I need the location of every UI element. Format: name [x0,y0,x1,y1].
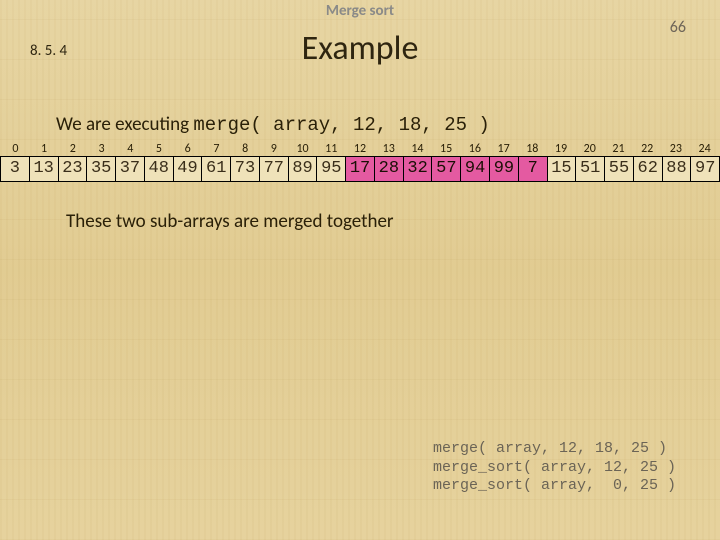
array-index-row: 0123456789101112131415161718192021222324 [0,142,720,156]
array-index: 15 [432,142,461,156]
array-index: 3 [87,142,116,156]
array-cell: 15 [548,156,577,182]
array-index: 16 [461,142,490,156]
body-line-1: We are executing merge( array, 12, 18, 2… [56,113,720,136]
array-cell: 48 [145,156,174,182]
array-index: 14 [403,142,432,156]
array-value-row: 3132335374849617377899517283257949971551… [0,156,720,182]
array-cell: 17 [346,156,375,182]
slide-title: Example [0,28,720,69]
array-index: 11 [317,142,346,156]
section-number: 8. 5. 4 [30,42,67,60]
array-cell: 37 [116,156,145,182]
array-cell: 3 [1,156,30,182]
array-index: 12 [346,142,375,156]
array-cell: 77 [260,156,289,182]
array-index: 8 [231,142,260,156]
array-index: 5 [145,142,174,156]
array-cell: 73 [231,156,260,182]
array-cell: 13 [30,156,59,182]
array-cell: 49 [174,156,203,182]
array-cell: 88 [663,156,692,182]
array-cell: 55 [605,156,634,182]
array-cell: 51 [576,156,605,182]
call-stack: merge( array, 12, 18, 25 ) merge_sort( a… [433,440,676,496]
array-index: 4 [116,142,145,156]
array-cell: 61 [202,156,231,182]
array-index: 23 [662,142,691,156]
slide-number: 66 [670,18,686,37]
array-cell: 28 [375,156,404,182]
array-index: 21 [604,142,633,156]
array-index: 22 [633,142,662,156]
body-line-2: These two sub-arrays are merged together [66,210,720,233]
array-index: 7 [202,142,231,156]
array-index: 18 [518,142,547,156]
array-index: 19 [547,142,576,156]
array-index: 17 [489,142,518,156]
array-cell: 32 [404,156,433,182]
array-cell: 57 [432,156,461,182]
body-line-1-code: merge( array, 12, 18, 25 ) [193,114,489,136]
array-cell: 35 [87,156,116,182]
array-cell: 89 [289,156,318,182]
array-cell: 95 [317,156,346,182]
array-cell: 7 [519,156,548,182]
topic-label: Merge sort [0,0,720,20]
array-index: 13 [374,142,403,156]
array-cell: 97 [691,156,720,182]
array-cell: 94 [461,156,490,182]
array-index: 2 [58,142,87,156]
array-cell: 23 [59,156,88,182]
array-index: 10 [288,142,317,156]
array-cell: 99 [490,156,519,182]
array-index: 1 [30,142,59,156]
array-index: 20 [575,142,604,156]
array-index: 9 [259,142,288,156]
array-index: 24 [690,142,719,156]
body-line-1-text: We are executing [56,113,193,136]
array-index: 0 [1,142,30,156]
array-index: 6 [173,142,202,156]
array-cell: 62 [634,156,663,182]
